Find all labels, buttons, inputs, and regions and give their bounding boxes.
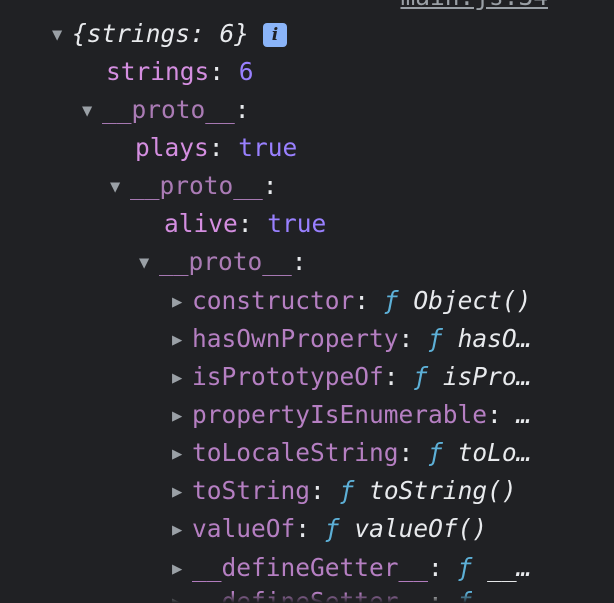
proto-member-row[interactable]: ▶ hasOwnProperty: ƒ hasO… [172, 321, 531, 357]
property-value: 6 [238, 57, 254, 86]
proto-member-row[interactable]: ▶ isPrototypeOf: ƒ isPro… [172, 359, 531, 395]
triangle-down-icon[interactable]: ▼ [52, 17, 72, 52]
property-key: hasOwnProperty [192, 324, 399, 353]
function-preview: toString() [369, 476, 517, 505]
object-summary: {strings: 6} [72, 19, 250, 48]
triangle-right-icon[interactable]: ▶ [172, 585, 192, 603]
proto-member-row[interactable]: ▶ __defineGetter__: ƒ __… [172, 550, 531, 586]
triangle-right-icon[interactable]: ▶ [172, 398, 192, 433]
triangle-right-icon[interactable]: ▶ [172, 512, 192, 547]
proto-row[interactable]: ▼ __proto__: [110, 168, 278, 204]
proto-member-row[interactable]: ▶ constructor: ƒ Object() [172, 283, 531, 319]
property-key: constructor [192, 286, 355, 315]
function-icon: ƒ [324, 514, 340, 543]
property-key: __proto__ [159, 247, 292, 276]
triangle-right-icon[interactable]: ▶ [172, 322, 192, 357]
function-icon: ƒ [457, 587, 473, 603]
function-preview: Object() [413, 286, 532, 315]
triangle-down-icon[interactable]: ▼ [82, 93, 102, 128]
triangle-right-icon[interactable]: ▶ [172, 360, 192, 395]
property-value: true [267, 209, 327, 238]
function-preview: hasO… [457, 324, 532, 353]
proto-member-row[interactable]: ▶ __defineSetter__: ƒ [172, 584, 472, 603]
triangle-right-icon[interactable]: ▶ [172, 284, 192, 319]
property-value: true [238, 133, 298, 162]
triangle-right-icon[interactable]: ▶ [172, 474, 192, 509]
function-preview: valueOf() [354, 514, 488, 543]
property-row: alive: true [164, 209, 327, 238]
property-key: __defineSetter__ [192, 587, 429, 603]
property-key: toLocaleString [192, 438, 399, 467]
property-key: plays [135, 133, 209, 162]
function-icon: ƒ [383, 286, 399, 315]
property-key: toString [192, 476, 311, 505]
function-icon: ƒ [339, 476, 355, 505]
triangle-down-icon[interactable]: ▼ [139, 245, 159, 280]
property-key: __proto__ [130, 171, 263, 200]
function-preview: isPro… [442, 362, 532, 391]
property-key: propertyIsEnumerable [192, 400, 488, 429]
proto-member-row[interactable]: ▶ valueOf: ƒ valueOf() [172, 511, 487, 547]
object-root-row[interactable]: ▼ {strings: 6} i [52, 16, 288, 52]
property-row: plays: true [135, 133, 298, 162]
proto-row[interactable]: ▼ __proto__: [82, 92, 250, 128]
function-preview: __… [487, 553, 532, 582]
function-icon: ƒ [428, 324, 443, 353]
property-key: valueOf [192, 514, 296, 543]
property-key: __proto__ [102, 95, 235, 124]
proto-member-row[interactable]: ▶ toLocaleString: ƒ toLo… [172, 435, 531, 471]
triangle-down-icon[interactable]: ▼ [110, 169, 130, 204]
function-icon: ƒ [457, 553, 473, 582]
function-icon: ƒ [428, 438, 443, 467]
info-icon[interactable]: i [263, 23, 288, 47]
triangle-right-icon[interactable]: ▶ [172, 551, 192, 586]
property-key: strings [106, 57, 210, 86]
function-preview: toLo… [457, 438, 532, 467]
property-key: __defineGetter__ [192, 553, 429, 582]
proto-member-row[interactable]: ▶ propertyIsEnumerable: … [172, 397, 531, 433]
function-preview: … [516, 400, 532, 429]
function-icon: ƒ [413, 362, 429, 391]
property-key: alive [164, 209, 238, 238]
property-key: isPrototypeOf [192, 362, 384, 391]
triangle-right-icon[interactable]: ▶ [172, 436, 192, 471]
proto-member-row[interactable]: ▶ toString: ƒ toString() [172, 473, 517, 509]
property-row: strings: 6 [106, 57, 254, 86]
proto-row[interactable]: ▼ __proto__: [139, 244, 307, 280]
source-link[interactable]: main.js:34 [400, 0, 548, 11]
